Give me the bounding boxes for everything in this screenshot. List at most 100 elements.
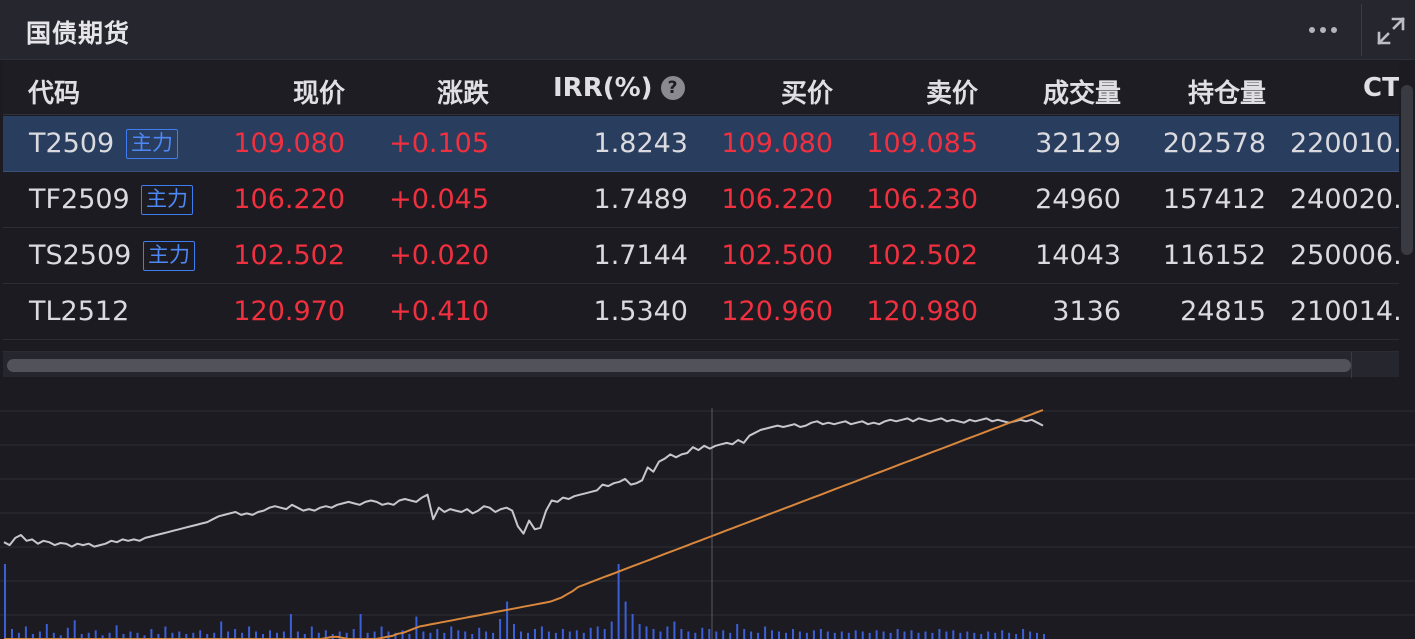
open-interest: 116152 — [1162, 240, 1266, 271]
price-change: +0.105 — [389, 128, 489, 159]
column-header-irr[interactable]: IRR(%)? — [553, 73, 685, 103]
volume-bar — [248, 626, 251, 639]
volume-bar — [199, 630, 202, 639]
irr-value: 1.8243 — [593, 128, 688, 159]
expand-arrows-icon[interactable] — [1375, 15, 1407, 47]
main-contract-tag: 主力 — [143, 241, 195, 271]
column-header-code[interactable]: 代码 — [28, 73, 80, 110]
volume-bar — [115, 625, 118, 639]
volume-bar — [882, 631, 885, 639]
volume: 14043 — [1035, 240, 1121, 271]
price-line — [3, 417, 1044, 548]
horizontal-scrollbar[interactable] — [3, 351, 1399, 378]
volume-bar — [485, 631, 488, 639]
volume-bar — [4, 564, 6, 639]
column-header-change[interactable]: 涨跌 — [383, 73, 489, 110]
volume-bar — [924, 631, 927, 639]
column-header-bid[interactable]: 买价 — [723, 73, 833, 110]
volume-bar — [868, 632, 871, 639]
volume-bar — [729, 632, 732, 639]
volume-bar — [896, 629, 899, 639]
help-icon[interactable]: ? — [660, 76, 685, 100]
volume-bar — [938, 629, 941, 639]
vertical-scrollbar[interactable] — [1399, 61, 1415, 377]
intraday-chart-svg — [0, 408, 1415, 639]
ctd-bond: 220010. — [1290, 128, 1399, 159]
price-change: +0.020 — [389, 240, 489, 271]
volume-bar — [289, 614, 292, 639]
volume-bar — [45, 624, 48, 639]
horizontal-scroll-thumb[interactable] — [7, 359, 1351, 372]
panel-header: 国债期货 — [0, 0, 1415, 60]
volume-bar — [561, 629, 564, 639]
volume-bar — [624, 601, 627, 639]
column-header-ask[interactable]: 卖价 — [868, 73, 978, 110]
column-header-price[interactable]: 现价 — [243, 73, 345, 110]
volume: 24960 — [1035, 184, 1121, 215]
volume-bar — [798, 631, 801, 639]
volume-bar — [296, 631, 299, 639]
volume-bar — [1022, 629, 1025, 639]
volume-bar — [875, 630, 878, 639]
volume-bar — [506, 601, 509, 639]
volume-bar — [450, 626, 453, 639]
volume-bar — [743, 629, 746, 639]
volume-bar — [38, 631, 41, 639]
contract-code: TL2512 — [29, 296, 130, 327]
volume-bar — [854, 630, 857, 639]
volume-bar — [757, 632, 760, 639]
volume-bar — [952, 630, 955, 639]
volume-bar — [387, 631, 390, 639]
volume-bar — [805, 632, 808, 639]
volume-bar — [945, 631, 948, 639]
volume-bar — [1036, 632, 1038, 639]
volume-bar — [1015, 634, 1018, 639]
volume-bar — [833, 632, 836, 639]
volume-bar — [1029, 631, 1032, 639]
average-price-line — [4, 409, 1044, 639]
intraday-chart[interactable] — [0, 378, 1415, 639]
more-dots-icon[interactable] — [1300, 12, 1346, 48]
volume-bar — [540, 626, 543, 639]
volume-bar — [722, 630, 725, 639]
table-row[interactable]: TL2512 120.970 +0.410 1.5340 120.960 120… — [3, 284, 1399, 340]
table-header: 代码 现价 涨跌 IRR(%)? 买价 卖价 成交量 持仓量 CT — [3, 61, 1399, 115]
bid-price: 120.960 — [721, 296, 833, 327]
volume-bar — [269, 630, 271, 639]
open-interest: 24815 — [1180, 296, 1266, 327]
volume-bar — [575, 630, 578, 639]
volume-bar — [987, 631, 990, 639]
volume-bar — [694, 632, 697, 639]
contract-code: TS2509 — [29, 240, 132, 271]
volume-bar — [178, 631, 181, 639]
table-row[interactable]: TS2509 主力 102.502 +0.020 1.7144 102.500 … — [3, 228, 1399, 284]
volume-bar — [534, 629, 536, 639]
volume-bar — [652, 629, 655, 639]
irr-value: 1.7144 — [593, 240, 688, 271]
column-header-ctd[interactable]: CT — [1363, 73, 1399, 103]
vertical-scroll-thumb[interactable] — [1401, 85, 1413, 255]
volume-bar — [861, 631, 864, 639]
volume-bar — [889, 632, 892, 639]
volume-bar — [1043, 634, 1045, 639]
volume-bar — [680, 629, 683, 639]
open-interest: 157412 — [1162, 184, 1266, 215]
ask-price: 106.230 — [866, 184, 978, 215]
volume-bar — [422, 631, 425, 639]
column-header-open-interest[interactable]: 持仓量 — [1148, 73, 1266, 110]
volume-bar — [401, 630, 404, 639]
volume-bar — [994, 632, 997, 639]
volume-bar — [513, 624, 515, 639]
ctd-bond: 240020. — [1290, 184, 1399, 215]
ctd-bond: 210014. — [1290, 296, 1399, 327]
volume: 3136 — [1052, 296, 1121, 327]
volume-bar — [666, 626, 669, 639]
main-contract-tag: 主力 — [126, 129, 178, 159]
table-row[interactable]: T2509 主力 109.080 +0.105 1.8243 109.080 1… — [3, 116, 1399, 172]
column-header-volume[interactable]: 成交量 — [1003, 73, 1121, 110]
volume-bar — [520, 631, 522, 639]
volume-bar — [792, 629, 794, 639]
volume-bar — [94, 630, 97, 639]
table-row[interactable]: TF2509 主力 106.220 +0.045 1.7489 106.220 … — [3, 172, 1399, 228]
volume-bar — [282, 631, 285, 639]
